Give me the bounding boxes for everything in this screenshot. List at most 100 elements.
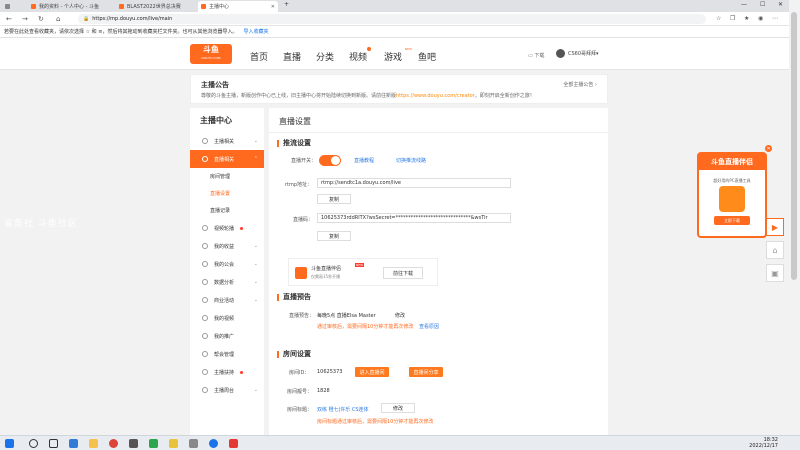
- address-toolbar: ← → ↻ ⌂ 🔒 https://mp.douyu.com/live/main…: [0, 12, 800, 26]
- home-float-icon[interactable]: ⌂: [766, 241, 784, 259]
- import-favorites-link[interactable]: 导入收藏夹: [243, 28, 268, 35]
- rtmp-input[interactable]: rtmp://sendtc1a.douyu.com/live: [317, 178, 511, 188]
- sidebar-item-income[interactable]: 我的收益 ⌄: [190, 237, 264, 255]
- ad-download-button[interactable]: 立即下载: [714, 216, 750, 225]
- sidebar-item-live[interactable]: 直播相关 ⌃: [190, 150, 264, 168]
- page-title: 直播设置: [279, 117, 311, 126]
- username: CS60哥拜拜: [568, 51, 597, 57]
- sidebar-sub-live-settings[interactable]: 直播设置: [190, 185, 264, 202]
- clock[interactable]: 18:32 2022/12/17: [749, 437, 778, 449]
- copy-rtmp-button[interactable]: 复制: [317, 194, 351, 204]
- main-panel: 直播设置 推流设置 直播开关： 直播教程 切换推流线路 rtmp地址： rtmp…: [269, 108, 608, 438]
- home-icon[interactable]: ⌂: [56, 15, 60, 23]
- close-tab-icon[interactable]: ✕: [268, 4, 275, 10]
- sidebar-item-week[interactable]: 主播周台 ⌄: [190, 381, 264, 399]
- douyu-app-icon[interactable]: [229, 439, 238, 448]
- browser-tab-2[interactable]: BLAST2022世界总决赛: [116, 1, 196, 12]
- copy-code-button[interactable]: 复制: [317, 231, 351, 241]
- tab-label: 主播中心: [209, 4, 230, 10]
- browser-tab-active[interactable]: 主播中心 ✕: [198, 1, 278, 12]
- user-menu[interactable]: CS60哥拜拜 ▾: [556, 49, 599, 58]
- sidebar-item-anchor[interactable]: 主播相关 ⌄: [190, 132, 264, 150]
- chrome-icon[interactable]: [109, 439, 118, 448]
- minimize-icon[interactable]: —: [741, 1, 747, 8]
- app-icon[interactable]: [129, 439, 138, 448]
- nav-category[interactable]: 分类: [316, 50, 334, 63]
- tab-favicon-icon: [5, 4, 10, 9]
- edit-preview-link[interactable]: 修改: [395, 312, 405, 319]
- profile-icon[interactable]: ◉: [758, 15, 763, 22]
- nav-live[interactable]: 直播: [283, 50, 301, 63]
- live-tutorial-link[interactable]: 直播教程: [354, 157, 374, 164]
- sidebar-item-my-videos[interactable]: 我的视频: [190, 309, 264, 327]
- sidebar-item-guild[interactable]: 我的公会 ⌄: [190, 255, 264, 273]
- room-id-label: 房间ID：: [289, 370, 310, 376]
- scrollbar[interactable]: [789, 0, 800, 438]
- maximize-icon[interactable]: ☐: [760, 1, 765, 8]
- live-switch-toggle[interactable]: [319, 155, 341, 166]
- browser-tab-1[interactable]: 我的资料 - 个人中心 - 斗鱼: [28, 1, 114, 12]
- edge-icon[interactable]: [69, 439, 78, 448]
- clock-date: 2022/12/17: [749, 443, 778, 449]
- helper-ad[interactable]: 斗鱼直播伴侣 超好用的PC直播工具 立即下载: [697, 152, 767, 238]
- douyu-logo[interactable]: 斗鱼 DOUYU.COM: [190, 44, 232, 64]
- folder-icon[interactable]: [89, 439, 98, 448]
- window-close-icon[interactable]: ✕: [778, 1, 783, 8]
- sidebar-sub-records[interactable]: 直播记录: [190, 202, 264, 219]
- new-tab-icon[interactable]: +: [284, 1, 289, 8]
- back-icon[interactable]: ←: [6, 15, 12, 23]
- app-float-icon[interactable]: ▣: [766, 264, 784, 282]
- close-ad-icon[interactable]: ✕: [765, 145, 772, 152]
- nav-home[interactable]: 首页: [250, 50, 268, 63]
- all-announcements-link[interactable]: 全部主播公告 ›: [563, 81, 597, 88]
- sidebar-item-promotion[interactable]: 我的推广: [190, 327, 264, 345]
- sidebar-item-clan[interactable]: 帮会管理: [190, 345, 264, 363]
- sidebar-item-business[interactable]: 商业活动 ⌄: [190, 291, 264, 309]
- nav-video-label: 视频: [349, 53, 368, 63]
- app-icon[interactable]: [149, 439, 158, 448]
- favorites-icon[interactable]: ★: [744, 15, 749, 22]
- scrollbar-thumb[interactable]: [791, 12, 797, 280]
- sidebar-item-label: 视频轮播: [214, 225, 235, 232]
- star-icon[interactable]: ☆: [716, 15, 721, 22]
- nav-game[interactable]: 游戏 NEW: [384, 47, 412, 63]
- enter-room-button[interactable]: 进入直播间: [355, 367, 389, 377]
- collections-icon[interactable]: ❐: [730, 15, 735, 22]
- creator-link[interactable]: https://www.douyu.com/creator: [396, 93, 475, 99]
- app-icon[interactable]: [189, 439, 198, 448]
- sidebar-sub-room[interactable]: 房间管理: [190, 168, 264, 185]
- sidebar-item-video-carousel[interactable]: 视频轮播: [190, 219, 264, 237]
- douyu-favicon-icon: [31, 4, 36, 9]
- sidebar-item-data[interactable]: 数据分析 ⌄: [190, 273, 264, 291]
- refresh-icon[interactable]: ↻: [38, 15, 44, 23]
- divider: [269, 132, 608, 133]
- download-helper-button[interactable]: 前往下载: [383, 267, 423, 279]
- helper-mascot-icon: [719, 186, 745, 212]
- menu-icon[interactable]: ⋯: [772, 15, 778, 22]
- windows-start-icon[interactable]: [5, 439, 14, 448]
- browser-tab-0[interactable]: [2, 1, 16, 12]
- nav-video[interactable]: 视频: [349, 47, 372, 63]
- app-icon[interactable]: [169, 439, 178, 448]
- nav-fishbar[interactable]: 鱼吧: [418, 50, 436, 63]
- rtmp-label: rtmp地址：: [285, 182, 313, 188]
- tab-label: 我的资料 - 个人中心 - 斗鱼: [39, 4, 99, 10]
- url-input[interactable]: 🔒 https://mp.douyu.com/live/main: [78, 14, 706, 24]
- share-room-button[interactable]: 直播间分享: [409, 367, 443, 377]
- edit-room-title-button[interactable]: 修改: [381, 403, 415, 413]
- view-reason-link[interactable]: 查看原因: [419, 323, 439, 330]
- red-dot-icon: [240, 226, 244, 230]
- sidebar-item-support[interactable]: 主播扶持: [190, 363, 264, 381]
- download-link[interactable]: ▭ 下载: [528, 52, 544, 59]
- search-icon[interactable]: [29, 439, 38, 448]
- sidebar-item-label: 直播相关: [214, 156, 235, 163]
- switch-line-link[interactable]: 切换推流线路: [396, 157, 426, 164]
- edge-icon[interactable]: [209, 439, 218, 448]
- forward-icon[interactable]: →: [22, 15, 28, 23]
- play-video-icon[interactable]: ▶: [766, 218, 784, 236]
- room-number-value: 1828: [317, 388, 330, 394]
- stream-code-input[interactable]: 10625373rddRlTX?wsSecret=***************…: [317, 213, 511, 223]
- sidebar-item-label: 我的收益: [214, 243, 235, 250]
- task-view-icon[interactable]: [49, 439, 58, 448]
- url-text: https://mp.douyu.com/live/main: [92, 16, 173, 22]
